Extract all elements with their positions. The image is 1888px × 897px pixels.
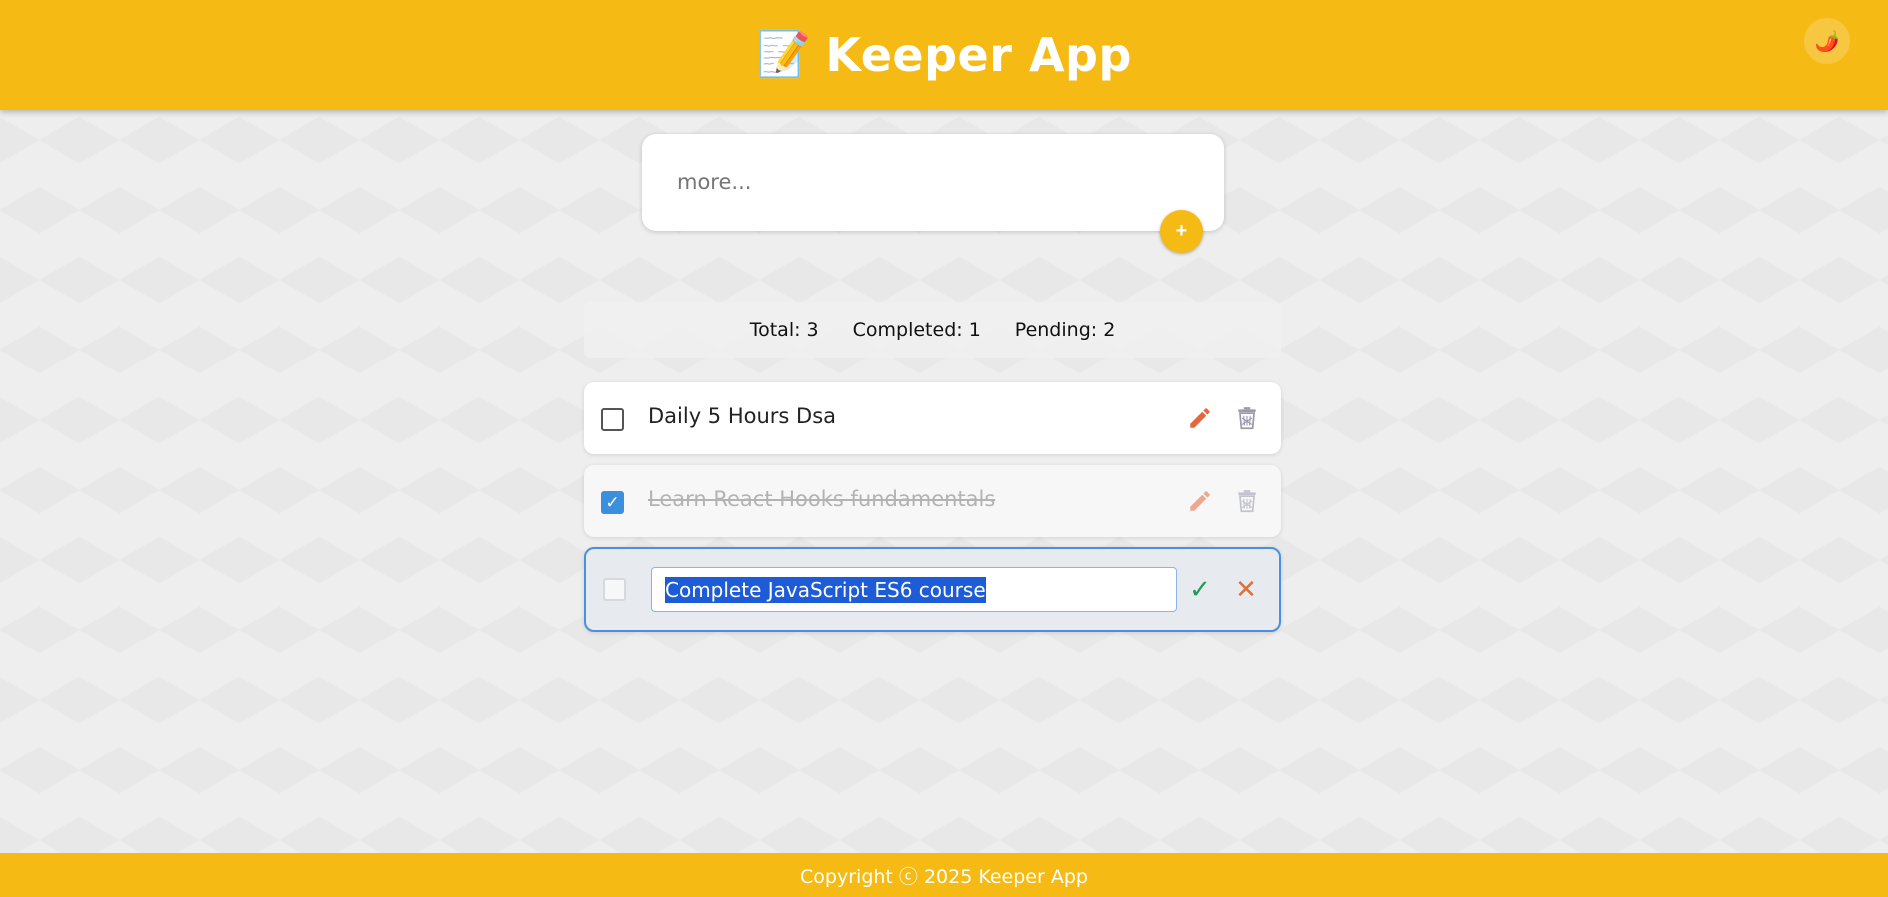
pencil-icon [1190, 491, 1210, 511]
stat-completed: Completed: 1 [852, 319, 981, 341]
selected-text: Complete JavaScript ES6 course [665, 576, 986, 603]
add-note-button[interactable]: + [1160, 210, 1203, 253]
stat-total: Total: 3 [749, 319, 819, 341]
todo-checkbox[interactable] [601, 408, 624, 431]
close-icon: ✕ [1235, 573, 1257, 604]
todo-text: Learn React Hooks fundamentals [648, 487, 996, 511]
edit-todo-input[interactable]: Complete JavaScript ES6 course [651, 567, 1177, 612]
trash-icon [1238, 490, 1256, 513]
app-logo: 📝 Keeper App [756, 28, 1132, 82]
todo-checkbox[interactable] [603, 578, 626, 601]
app-title: Keeper App [825, 28, 1132, 82]
edit-button[interactable] [1183, 401, 1217, 435]
app-header: 📝 Keeper App 🌶️ [0, 0, 1888, 110]
todo-item: ✓ Learn React Hooks fundamentals [584, 465, 1281, 537]
delete-button[interactable] [1230, 484, 1264, 518]
checkmark-icon: ✓ [1189, 573, 1211, 604]
pencil-icon [1190, 408, 1210, 428]
todo-item: Daily 5 Hours Dsa [584, 382, 1281, 454]
stats-bar: Total: 3 Completed: 1 Pending: 2 [584, 302, 1281, 358]
create-note-card [642, 134, 1224, 231]
todo-checkbox[interactable]: ✓ [601, 491, 624, 514]
app-footer: Copyright ⓒ 2025 Keeper App [0, 853, 1888, 897]
todo-text: Daily 5 Hours Dsa [648, 404, 837, 428]
chili-icon: 🌶️ [1814, 30, 1840, 53]
note-input[interactable] [677, 170, 1177, 204]
save-button[interactable]: ✓ [1183, 572, 1217, 606]
copyright-text: Copyright ⓒ 2025 Keeper App [800, 865, 1088, 888]
todo-item-editing: Complete JavaScript ES6 course ✓ ✕ [584, 547, 1281, 632]
theme-toggle-button[interactable]: 🌶️ [1804, 18, 1850, 64]
delete-button[interactable] [1230, 401, 1264, 435]
edit-button[interactable] [1183, 484, 1217, 518]
stat-pending: Pending: 2 [1014, 319, 1116, 341]
trash-icon [1238, 407, 1256, 430]
cancel-button[interactable]: ✕ [1229, 572, 1263, 606]
notepad-icon: 📝 [756, 29, 812, 80]
